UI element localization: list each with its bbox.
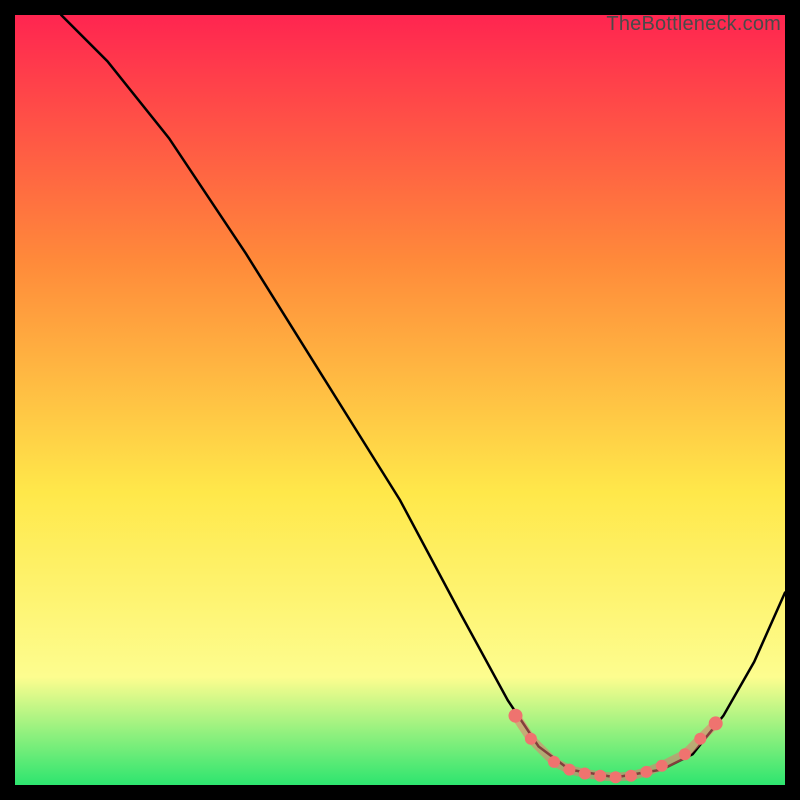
marker-dot bbox=[563, 764, 575, 776]
marker-dot bbox=[625, 770, 637, 782]
marker-dot bbox=[694, 733, 706, 745]
gradient-background bbox=[15, 15, 785, 785]
marker-dot bbox=[656, 760, 668, 772]
marker-dot bbox=[525, 733, 537, 745]
marker-dot bbox=[640, 766, 652, 778]
marker-dot bbox=[594, 770, 606, 782]
chart-svg bbox=[15, 15, 785, 785]
marker-dot bbox=[610, 771, 622, 783]
watermark-text: TheBottleneck.com bbox=[606, 13, 781, 36]
plot-area bbox=[15, 15, 785, 785]
marker-dot bbox=[509, 709, 523, 723]
marker-dot bbox=[579, 768, 591, 780]
chart-frame: TheBottleneck.com bbox=[15, 15, 785, 785]
marker-dot bbox=[548, 756, 560, 768]
marker-dot bbox=[709, 716, 723, 730]
marker-dot bbox=[679, 748, 691, 760]
